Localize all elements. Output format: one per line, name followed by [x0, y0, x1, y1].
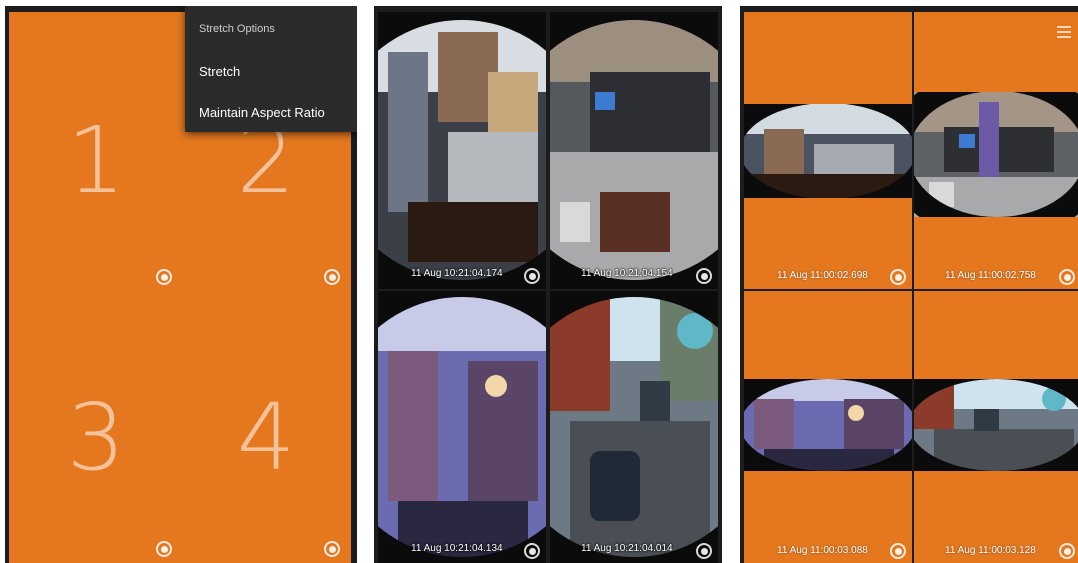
timestamp: 11 Aug 11:00:02.698	[777, 270, 868, 281]
timestamp: 11 Aug 11:00:02.758	[945, 270, 1036, 281]
record-icon[interactable]	[696, 543, 712, 559]
camera-feed-4[interactable]: 11 Aug 10:21:04.014	[550, 291, 718, 563]
camera-feed-1	[744, 104, 912, 198]
camera-image	[744, 104, 912, 198]
menu-item-maintain-aspect-ratio[interactable]: Maintain Aspect Ratio	[199, 105, 325, 120]
tile-number: 3	[66, 384, 126, 491]
record-icon[interactable]	[1059, 269, 1075, 285]
record-icon[interactable]	[1059, 543, 1075, 559]
panel-aspect-ratio-feeds: 11 Aug 11:00:02.698 11 Aug 11:00:02.758	[740, 6, 1078, 563]
record-icon[interactable]	[324, 541, 340, 557]
camera-image	[550, 291, 718, 563]
camera-image	[914, 379, 1078, 471]
menu-icon[interactable]	[1057, 26, 1071, 41]
camera-image	[378, 12, 546, 289]
panel-stretched-feeds: 11 Aug 10:21:04.174 11 Aug 10:21:04.154	[374, 6, 722, 563]
timestamp: 11 Aug 10:21:04.174	[411, 268, 503, 279]
camera-tile-1[interactable]: 1	[9, 12, 183, 291]
record-icon[interactable]	[524, 268, 540, 284]
camera-tile-3[interactable]: 11 Aug 11:00:03.088	[744, 291, 912, 563]
record-icon[interactable]	[890, 543, 906, 559]
camera-feed-1[interactable]: 11 Aug 10:21:04.174	[378, 12, 546, 289]
camera-feed-3	[744, 379, 912, 471]
stretch-options-menu: Stretch Options Stretch Maintain Aspect …	[185, 6, 357, 132]
timestamp: 11 Aug 10:21:04.154	[581, 268, 673, 279]
panel-placeholder-grid: 1 2 3 4 Stretch Options Stretch Maintain…	[5, 6, 357, 563]
record-icon[interactable]	[156, 269, 172, 285]
timestamp: 11 Aug 11:00:03.128	[945, 545, 1036, 556]
tile-number: 1	[66, 107, 126, 214]
camera-feed-2[interactable]: 11 Aug 10:21:04.154	[550, 12, 718, 289]
record-icon[interactable]	[324, 269, 340, 285]
record-icon[interactable]	[156, 541, 172, 557]
timestamp: 11 Aug 10:21:04.134	[411, 543, 503, 554]
record-icon[interactable]	[890, 269, 906, 285]
camera-tile-1[interactable]: 11 Aug 11:00:02.698	[744, 12, 912, 289]
camera-image	[378, 291, 546, 563]
camera-tile-2[interactable]: 11 Aug 11:00:02.758	[914, 12, 1078, 289]
camera-feed-4	[914, 379, 1078, 471]
camera-tile-4[interactable]: 4	[181, 289, 351, 563]
timestamp: 11 Aug 10:21:04.014	[581, 543, 673, 554]
camera-image	[550, 12, 718, 289]
record-icon[interactable]	[524, 543, 540, 559]
menu-item-stretch[interactable]: Stretch	[199, 64, 240, 79]
camera-image	[744, 379, 912, 471]
timestamp: 11 Aug 11:00:03.088	[777, 545, 868, 556]
camera-feed-3[interactable]: 11 Aug 10:21:04.134	[378, 291, 546, 563]
camera-tile-3[interactable]: 3	[9, 289, 183, 563]
camera-image	[914, 92, 1078, 217]
camera-tile-4[interactable]: 11 Aug 11:00:03.128	[914, 291, 1078, 563]
tile-number: 4	[236, 384, 296, 491]
record-icon[interactable]	[696, 268, 712, 284]
menu-header: Stretch Options	[199, 23, 275, 35]
camera-feed-2	[914, 92, 1078, 217]
